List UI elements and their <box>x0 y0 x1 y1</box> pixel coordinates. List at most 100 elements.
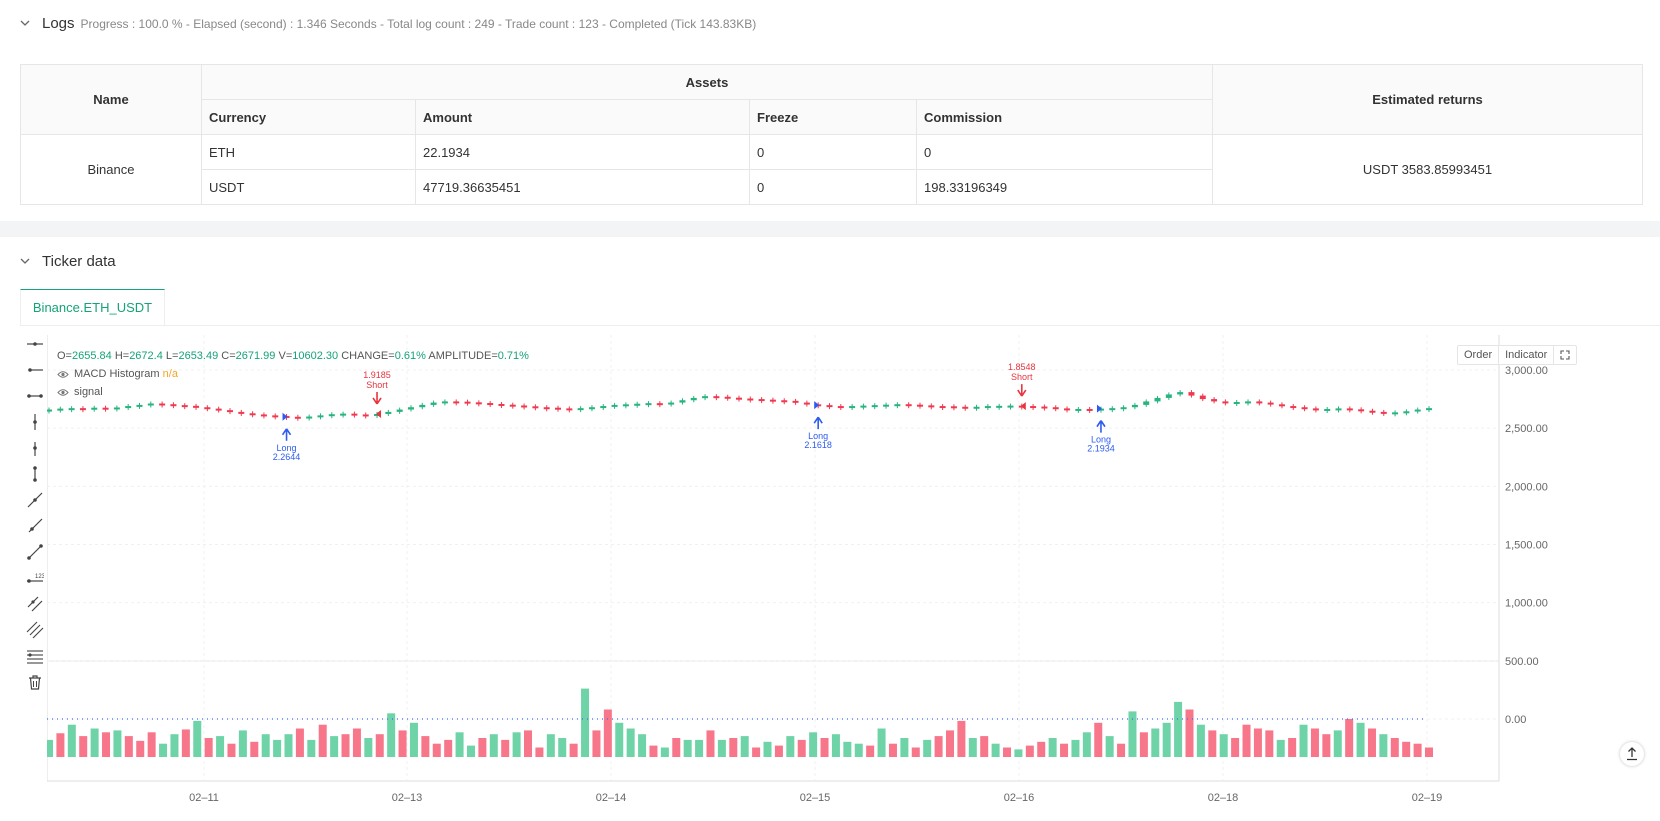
ray-line-icon[interactable] <box>26 517 44 535</box>
commission-cell: 0 <box>916 134 1213 170</box>
volume-bar <box>786 736 795 757</box>
chevron-down-icon[interactable] <box>20 256 30 266</box>
volume-bar <box>581 688 590 757</box>
volume-bar <box>67 724 76 757</box>
x-tick-label: 02–16 <box>1004 792 1035 804</box>
volume-bar <box>1208 730 1217 757</box>
y-tick-label: 0.00 <box>1505 714 1526 726</box>
ticker-header[interactable]: Ticker data <box>20 249 116 273</box>
candle <box>781 400 788 403</box>
volume-bar <box>1071 739 1080 757</box>
candle <box>532 406 539 409</box>
open-value: 2655.84 <box>71 350 112 362</box>
amplitude-label: AMPLITUDE= <box>428 350 498 362</box>
macd-legend[interactable]: MACD Histogram n/a <box>57 365 529 383</box>
price-label-icon[interactable]: 123 <box>26 569 44 587</box>
horizontal-ray-icon[interactable] <box>26 361 44 379</box>
volume-bar <box>774 745 783 757</box>
tab-binance-eth-usdt[interactable]: Binance.ETH_USDT <box>20 289 165 325</box>
chart-buttons: Order Indicator <box>1457 345 1578 365</box>
volume-bar <box>809 732 818 757</box>
logs-stats: Progress : 100.0 % - Elapsed (second) : … <box>80 17 757 31</box>
segment-line-icon[interactable] <box>26 543 44 561</box>
volume-bar <box>1231 738 1240 757</box>
scroll-to-latest-button[interactable] <box>1620 742 1644 766</box>
indicator-button[interactable]: Indicator <box>1499 346 1555 364</box>
volume-bar <box>1060 743 1069 757</box>
horizontal-line-icon[interactable] <box>26 335 44 353</box>
volume-bar <box>1082 732 1091 757</box>
eye-icon[interactable] <box>57 388 69 397</box>
volume-bar <box>273 739 282 757</box>
volume-bar <box>387 713 396 757</box>
candle <box>1086 408 1093 411</box>
y-tick-label: 3,000.00 <box>1505 365 1548 377</box>
volume-bar <box>831 734 840 757</box>
order-button[interactable]: Order <box>1458 346 1500 364</box>
trash-icon[interactable] <box>26 673 44 691</box>
candle <box>147 403 154 406</box>
candle <box>634 403 641 406</box>
volume-bar <box>615 722 624 757</box>
volume-bar <box>1413 743 1422 757</box>
candle <box>238 411 245 414</box>
chevron-down-icon[interactable] <box>20 18 30 28</box>
candle <box>1199 395 1206 400</box>
eye-icon[interactable] <box>57 370 69 379</box>
candle <box>340 413 347 416</box>
candle <box>588 407 595 410</box>
time-axis: 02–11 02–13 02–14 02–15 02–16 02–18 02–19 <box>189 792 1442 804</box>
signal-legend[interactable]: signal <box>57 383 529 401</box>
volume-bar <box>478 738 487 757</box>
candle <box>306 416 313 419</box>
export-icon[interactable] <box>1620 742 1644 766</box>
signal-label: signal <box>74 386 103 398</box>
candle <box>1392 412 1399 415</box>
volume-bar <box>47 739 53 757</box>
candle <box>1211 399 1218 402</box>
x-tick-label: 02–14 <box>596 792 627 804</box>
volume-bar <box>888 743 897 757</box>
volume-bar <box>1379 734 1388 757</box>
trend-line-icon[interactable] <box>26 491 44 509</box>
horizontal-segment-icon[interactable] <box>26 387 44 405</box>
vertical-line-icon[interactable] <box>26 413 44 431</box>
candle <box>1109 408 1116 411</box>
volume-bar <box>763 741 772 757</box>
x-tick-label: 02–15 <box>800 792 831 804</box>
assets-header: Assets <box>201 64 1213 100</box>
volume-bar <box>1310 728 1319 757</box>
candle <box>555 407 562 410</box>
multi-channel-icon[interactable] <box>26 621 44 639</box>
volume-bar <box>752 747 761 757</box>
candle <box>724 396 731 399</box>
chart-area[interactable]: 123 Long 2.2644 1.9185 Short Long 2.1618 1.854… <box>20 335 1660 821</box>
candle <box>464 401 471 404</box>
y-tick-label: 1,500.00 <box>1505 540 1548 552</box>
fibonacci-icon[interactable] <box>26 647 44 665</box>
vertical-segment-icon[interactable] <box>26 465 44 483</box>
candle <box>747 398 754 401</box>
parallel-channel-icon[interactable] <box>26 595 44 613</box>
freeze-header: Freeze <box>749 99 917 135</box>
volume-bar <box>295 728 304 757</box>
candle <box>294 416 301 419</box>
vertical-ray-icon[interactable] <box>26 439 44 457</box>
volume-bar <box>900 738 909 757</box>
currency-cell: USDT <box>201 169 416 205</box>
long-value: 2.1934 <box>1087 444 1115 454</box>
volume-bar <box>421 736 430 757</box>
fullscreen-icon[interactable] <box>1560 350 1570 360</box>
volume-bar <box>934 736 943 757</box>
change-label: CHANGE= <box>341 350 395 362</box>
volume-bar <box>466 745 475 757</box>
volume-bar <box>204 738 213 757</box>
candlestick-chart[interactable]: Long2.26441.9185ShortLong2.16181.8548Sho… <box>47 335 1657 821</box>
volume-bar <box>923 739 932 757</box>
candle <box>91 407 98 410</box>
candle <box>1030 406 1037 409</box>
logs-header[interactable]: Logs Progress : 100.0 % - Elapsed (secon… <box>20 11 756 35</box>
volume-bar <box>1390 738 1399 757</box>
volume-bar <box>1322 734 1331 757</box>
fullscreen-button[interactable] <box>1554 346 1576 364</box>
